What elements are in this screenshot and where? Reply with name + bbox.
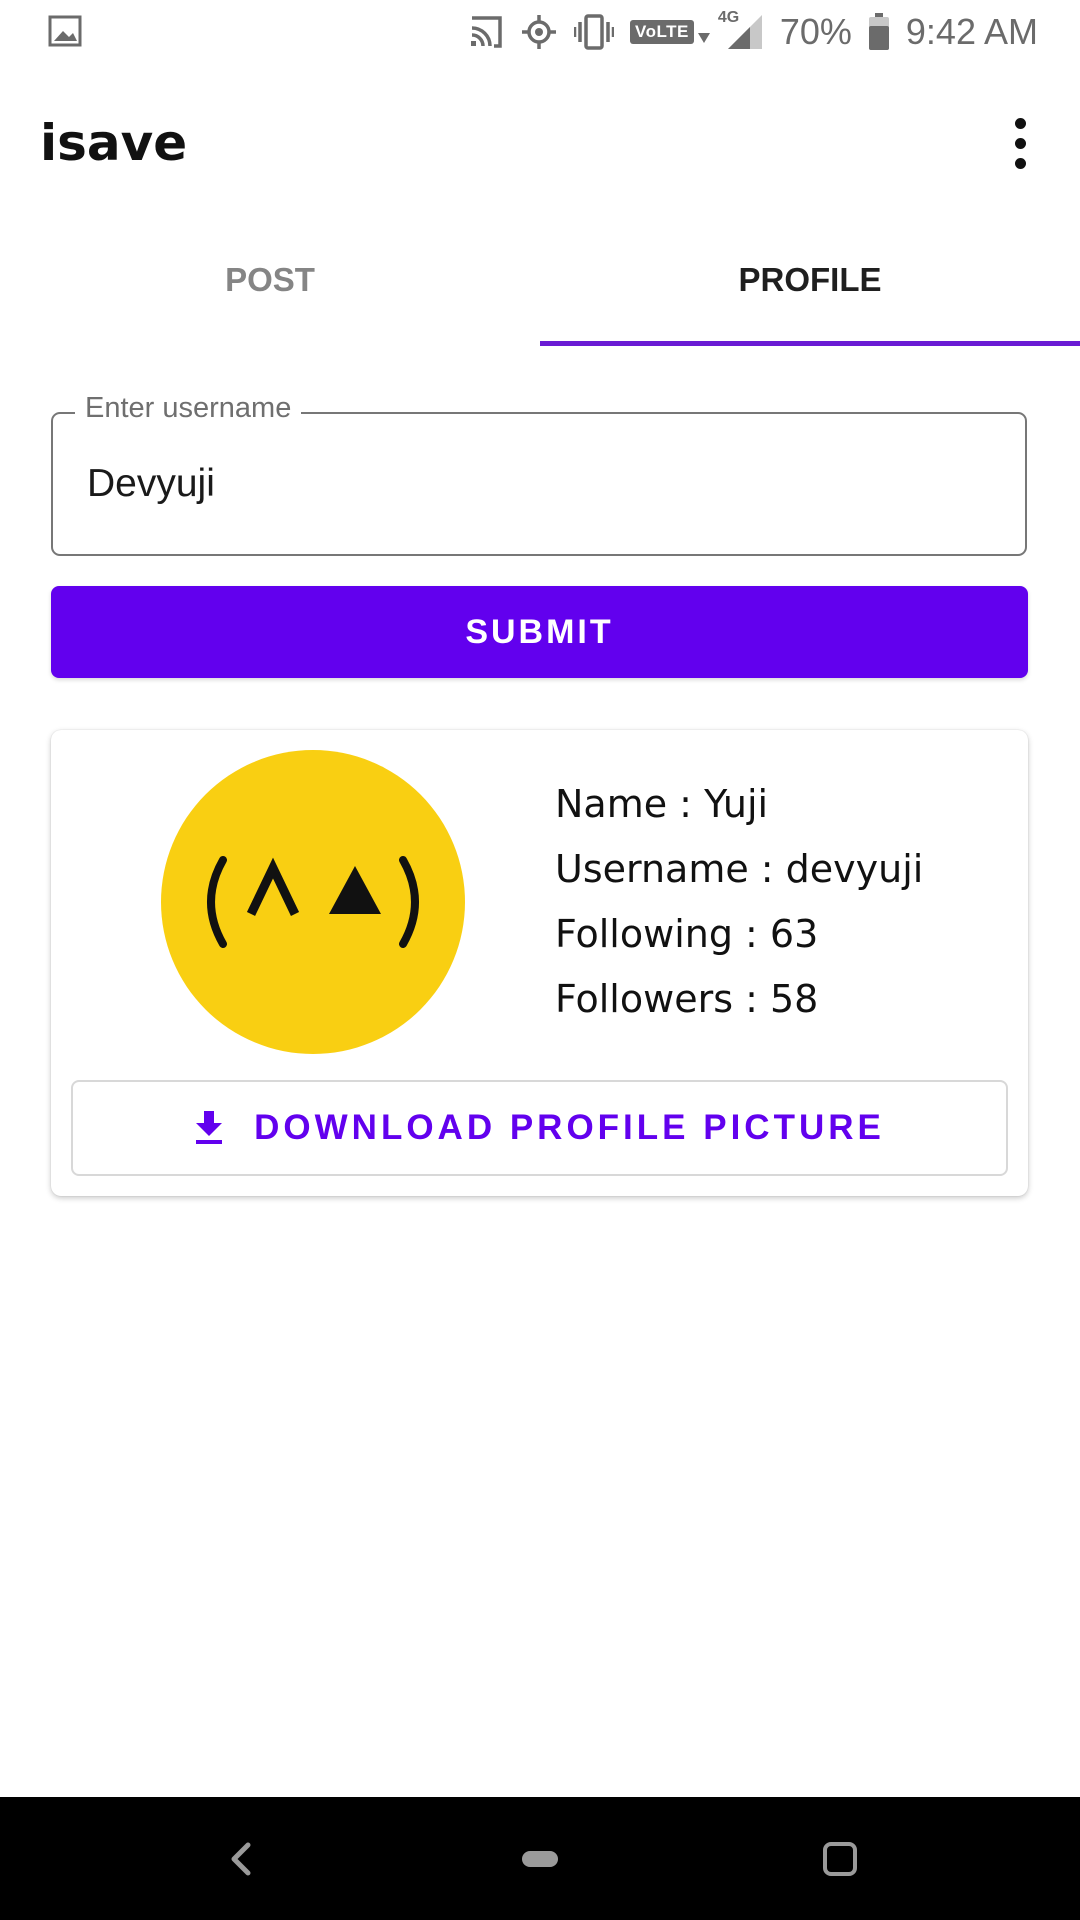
clock: 9:42 AM: [905, 11, 1038, 52]
battery-percent: 70%: [779, 11, 852, 52]
back-button[interactable]: [200, 1797, 280, 1920]
tab-bar: POST PROFILE: [0, 220, 1080, 346]
menu-dot: [1014, 138, 1026, 149]
tab-profile-label: PROFILE: [738, 261, 882, 298]
back-icon: [231, 1842, 251, 1875]
app-title: isave: [40, 114, 188, 172]
avatar: [161, 750, 465, 1054]
more-vert-icon[interactable]: [1008, 118, 1032, 198]
volte-icon: VoLTE: [630, 20, 710, 44]
avatar-face: [207, 856, 419, 948]
location-icon: [520, 13, 558, 51]
network-type: 4G: [717, 9, 740, 26]
tab-post-label: POST: [225, 261, 315, 298]
menu-dot: [1014, 118, 1026, 129]
username-field-label: Enter username: [75, 392, 302, 425]
status-bar: VoLTE 4G 70% 9:42 AM: [0, 0, 1080, 64]
image-icon: [48, 15, 82, 47]
download-button-label: DOWNLOAD PROFILE PICTURE: [254, 1108, 885, 1147]
username-field[interactable]: Enter username: [51, 392, 1027, 556]
profile-username: Username : devyuji: [555, 847, 924, 891]
profile-followers: Followers : 58: [555, 977, 819, 1021]
profile-info: Name : Yuji Username : devyuji Following…: [555, 772, 923, 1032]
tab-post[interactable]: POST: [0, 220, 540, 346]
username-input[interactable]: [87, 462, 987, 506]
profile-card: Name : Yuji Username : devyuji Following…: [51, 730, 1028, 1196]
download-profile-picture-button[interactable]: DOWNLOAD PROFILE PICTURE: [71, 1080, 1008, 1176]
status-icons: VoLTE 4G 70% 9:42 AM: [468, 8, 1038, 56]
tab-profile[interactable]: PROFILE: [540, 220, 1080, 346]
home-icon: [522, 1850, 558, 1867]
app-bar: isave: [0, 64, 1080, 220]
download-icon: [194, 1111, 224, 1145]
battery-icon: [868, 13, 890, 51]
profile-following: Following : 63: [555, 912, 819, 956]
cast-icon: [468, 14, 504, 50]
signal-icon: 4G: [718, 9, 764, 51]
recents-button[interactable]: [800, 1797, 880, 1920]
home-button[interactable]: [500, 1797, 580, 1920]
vibrate-icon: [574, 14, 615, 50]
submit-button[interactable]: SUBMIT: [51, 586, 1028, 678]
recents-icon: [823, 1841, 857, 1876]
volte-badge: VoLTE: [630, 20, 694, 44]
navigation-bar: [0, 1797, 1080, 1920]
menu-dot: [1014, 158, 1026, 169]
profile-name: Name : Yuji: [555, 782, 769, 826]
